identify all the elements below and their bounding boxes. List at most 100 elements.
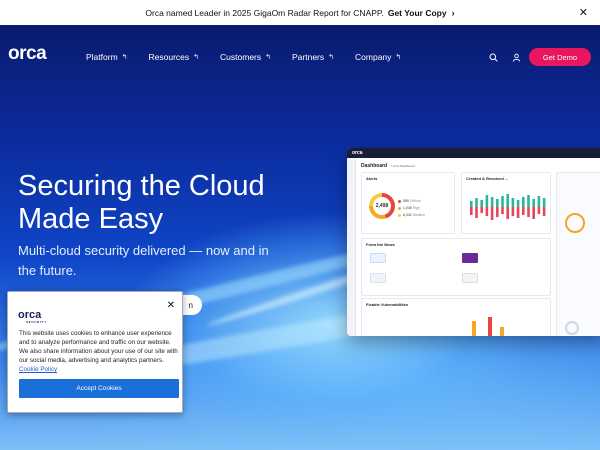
caret-icon: ↰	[395, 54, 402, 61]
dashboard-logo: orca	[352, 150, 363, 156]
legend-critical: 559 Critical	[398, 199, 421, 203]
chevron-right-icon[interactable]: ›	[452, 8, 455, 18]
news-card: From the News	[361, 238, 551, 296]
vulnerabilities-card: Fixable Vulnerabilities	[361, 298, 551, 336]
trend-bar-resolved	[475, 198, 478, 207]
news-thumbnail	[370, 273, 386, 283]
legend-label: High	[412, 206, 420, 210]
alerts-total: 2,498	[373, 197, 391, 215]
trend-card: Created & Resolved ...	[461, 172, 551, 234]
news-title: From the News	[366, 242, 395, 247]
cookie-body: This website uses cookies to enhance use…	[19, 330, 178, 365]
trend-bar-created	[501, 207, 504, 214]
close-icon[interactable]: ✕	[167, 300, 175, 311]
accept-cookies-button[interactable]: Accept Cookies	[19, 379, 179, 398]
cookie-banner: orca SECURITY ✕ This website uses cookie…	[7, 291, 183, 413]
nav-label: Resources	[148, 52, 190, 62]
trend-bar-created	[522, 207, 525, 215]
nav-label: Company	[355, 52, 392, 62]
vuln-bar	[488, 317, 492, 336]
trend-bar-resolved	[496, 199, 499, 207]
trend-bar-created	[537, 207, 541, 214]
dashboard-sidebar	[347, 158, 356, 336]
dashboard-screenshot: orca Dashboard / Orca Dashboard Alerts 2…	[347, 148, 600, 336]
dashboard-title: Dashboard	[361, 163, 388, 169]
vuln-title: Fixable Vulnerabilities	[366, 302, 409, 307]
nav-item-customers[interactable]: Customers ↰	[220, 52, 271, 62]
legend-label: Critical	[409, 199, 421, 203]
alerts-card: Alerts 2,498 559 Critical 1,045 High 6,3…	[361, 172, 455, 234]
nav-item-partners[interactable]: Partners ↰	[292, 52, 334, 62]
main-menu: Platform ↰ Resources ↰ Customers ↰ Partners…	[86, 52, 422, 62]
trend-bar-resolved	[537, 196, 541, 207]
trend-bar-created	[527, 207, 530, 217]
news-thumbnail	[462, 253, 478, 263]
trend-bar-resolved	[532, 199, 535, 207]
news-thumbnail	[370, 253, 386, 263]
trend-bar-created	[480, 207, 483, 213]
trend-bar-created	[470, 207, 473, 215]
trend-bar-created	[532, 207, 535, 219]
legend-medium: 6,342 Medium	[398, 213, 425, 217]
trend-bar-created	[506, 207, 509, 219]
announcement-cta-link[interactable]: Get Your Copy	[388, 8, 447, 18]
trend-bar-resolved	[542, 198, 546, 207]
alerts-title: Alerts	[366, 176, 378, 181]
nav-item-resources[interactable]: Resources ↰	[149, 52, 200, 62]
trend-bar-created	[496, 207, 499, 217]
vuln-bar	[472, 321, 476, 336]
search-icon[interactable]	[489, 53, 498, 62]
trend-bar-created	[490, 207, 494, 220]
orca-logo[interactable]: orca SECURITY	[8, 43, 73, 298]
nav-label: Partners	[292, 52, 325, 62]
trend-bar-resolved	[527, 195, 530, 207]
close-icon[interactable]: ✕	[579, 6, 588, 19]
side-ring	[565, 213, 585, 233]
trend-bar-resolved	[470, 201, 473, 207]
get-demo-button[interactable]: Get Demo	[529, 48, 591, 66]
cookie-policy-link[interactable]: Cookie Policy	[19, 366, 57, 373]
caret-icon: ↰	[265, 54, 272, 61]
trend-bar-resolved	[480, 200, 483, 207]
caret-icon: ↰	[121, 54, 128, 61]
caret-icon: ↰	[193, 54, 200, 61]
trend-bar-resolved	[516, 200, 520, 207]
dashboard-breadcrumb: / Orca Dashboard	[391, 164, 415, 168]
nav-label: Platform	[86, 52, 118, 62]
trend-bar-resolved	[506, 194, 509, 207]
cookie-text: This website uses cookies to enhance use…	[19, 329, 179, 374]
dashboard-topbar: orca	[347, 148, 600, 158]
trend-bar-created	[475, 207, 478, 218]
cookie-logo: orca SECURITY	[18, 309, 47, 325]
hero-subtitle: Multi-cloud security delivered — now and…	[18, 243, 269, 278]
alerts-donut: 2,498	[369, 193, 395, 219]
cookie-logo-wordmark: orca	[18, 309, 42, 321]
trend-bar-created	[516, 207, 520, 218]
trend-bar-resolved	[485, 195, 489, 207]
legend-high: 1,045 High	[398, 206, 420, 210]
legend-value: 1,045	[403, 206, 412, 210]
hero-title: Securing the Cloud Made Easy	[18, 170, 265, 235]
trend-bar-created	[511, 207, 515, 216]
trend-bar-resolved	[501, 196, 504, 207]
side-ring	[565, 321, 579, 335]
caret-icon: ↰	[328, 54, 335, 61]
trend-bars	[470, 194, 546, 220]
nav-item-company[interactable]: Company ↰	[355, 52, 401, 62]
cookie-logo-subtitle: SECURITY	[26, 320, 47, 324]
logo-wordmark: orca	[8, 43, 47, 64]
trend-bar-resolved	[511, 198, 515, 207]
announcement-text: Orca named Leader in 2025 GigaOm Radar R…	[145, 7, 384, 18]
announcement-bar: Orca named Leader in 2025 GigaOm Radar R…	[0, 0, 600, 25]
legend-value: 559	[403, 199, 409, 203]
nav-item-platform[interactable]: Platform ↰	[86, 52, 128, 62]
vuln-bar	[500, 327, 504, 336]
side-card	[556, 172, 600, 336]
legend-label: Medium	[412, 213, 426, 217]
trend-title: Created & Resolved ...	[466, 176, 509, 181]
nav-label: Customers	[220, 52, 262, 62]
trend-bar-created	[542, 207, 546, 216]
trend-bar-resolved	[522, 197, 525, 207]
user-icon[interactable]	[512, 53, 521, 62]
trend-bar-resolved	[490, 197, 494, 207]
